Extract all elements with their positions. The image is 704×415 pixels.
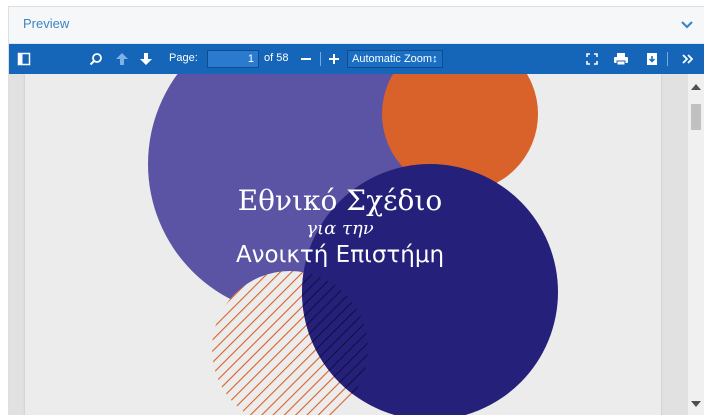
- toolbar-separator-2: [667, 52, 668, 66]
- zoom-select[interactable]: Automatic Zoom↕: [347, 50, 443, 68]
- plus-icon: [329, 54, 339, 64]
- chevron-down-icon[interactable]: [680, 18, 694, 32]
- panel-header[interactable]: Preview: [9, 7, 704, 44]
- scrollbar-thumb[interactable]: [691, 104, 701, 130]
- preview-panel: Preview Page: 1 of 58 Automatic Zoom↕ Εθ…: [8, 6, 704, 415]
- vertical-scrollbar[interactable]: [688, 74, 704, 415]
- title-line-3: Ανοικτή Επιστήμη: [235, 242, 445, 268]
- fullscreen-icon[interactable]: [583, 50, 601, 68]
- next-page-icon[interactable]: [137, 50, 155, 68]
- scroll-up-arrow-icon[interactable]: [691, 84, 701, 90]
- tools-icon[interactable]: [679, 50, 697, 68]
- previous-page-icon[interactable]: [113, 50, 131, 68]
- page-total: of 58: [264, 52, 289, 64]
- title-line-2: για την: [306, 218, 374, 239]
- pdf-toolbar: Page: 1 of 58 Automatic Zoom↕: [9, 44, 704, 74]
- page-label: Page:: [169, 52, 198, 64]
- toolbar-separator: [320, 52, 321, 66]
- sidebar-toggle-icon[interactable]: [15, 50, 33, 68]
- print-icon[interactable]: [612, 50, 630, 68]
- minus-icon: [301, 58, 311, 60]
- cover-title: Εθνικό Σχέδιο για την Ανοικτή Επιστήμη: [175, 184, 505, 270]
- download-icon[interactable]: [643, 50, 661, 68]
- scroll-down-arrow-icon[interactable]: [691, 401, 701, 407]
- search-icon[interactable]: [87, 50, 105, 68]
- zoom-out-button[interactable]: [297, 50, 315, 68]
- title-line-1: Εθνικό Σχέδιο: [237, 184, 443, 217]
- zoom-in-button[interactable]: [325, 50, 343, 68]
- document-viewer[interactable]: Εθνικό Σχέδιο για την Ανοικτή Επιστήμη: [9, 74, 704, 415]
- page-number-input[interactable]: 1: [207, 50, 259, 68]
- document-page: Εθνικό Σχέδιο για την Ανοικτή Επιστήμη: [25, 74, 661, 415]
- panel-title: Preview: [23, 16, 70, 31]
